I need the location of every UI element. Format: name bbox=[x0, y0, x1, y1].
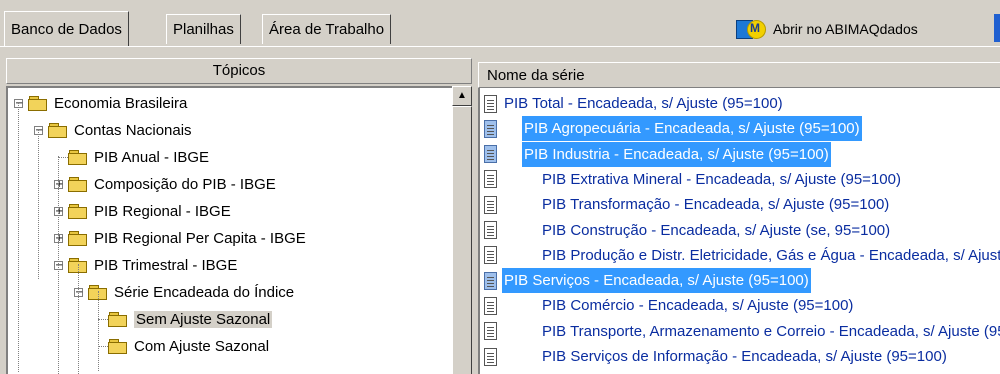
folder-icon bbox=[28, 96, 48, 111]
series-panel: Nome da série PIB Total - Encadeada, s/ … bbox=[478, 58, 1000, 374]
document-icon bbox=[484, 195, 497, 214]
tab-banco-de-dados[interactable]: Banco de Dados bbox=[4, 11, 129, 47]
series-name: PIB Agropecuária - Encadeada, s/ Ajuste … bbox=[522, 116, 862, 142]
document-icon bbox=[484, 119, 497, 138]
tree-connector bbox=[98, 319, 108, 320]
series-row[interactable]: PIB Produção e Distr. Eletricidade, Gás … bbox=[484, 243, 1000, 268]
series-name: PIB Produção e Distr. Eletricidade, Gás … bbox=[542, 246, 1000, 264]
topics-tree: − Economia Brasileira − Contas Nacionais PIB… bbox=[6, 86, 452, 374]
folder-icon bbox=[68, 150, 88, 165]
series-row[interactable]: PIB Construção - Encadeada, s/ Ajuste (s… bbox=[484, 218, 892, 243]
tree-guide-line bbox=[18, 102, 19, 372]
series-row[interactable]: PIB Industria - Encadeada, s/ Ajuste (95… bbox=[484, 141, 831, 167]
document-icon bbox=[484, 322, 497, 341]
tree-item[interactable]: Com Ajuste Sazonal bbox=[94, 333, 269, 360]
tree-item-label: Composição do PIB - IBGE bbox=[94, 176, 276, 193]
scroll-up-arrow-icon[interactable]: ▲ bbox=[452, 86, 472, 106]
series-name: PIB Serviços de Informação - Encadeada, … bbox=[542, 348, 947, 365]
series-name: PIB Total - Encadeada, s/ Ajuste (95=100… bbox=[504, 95, 783, 112]
series-row[interactable]: PIB Agropecuária - Encadeada, s/ Ajuste … bbox=[484, 116, 862, 142]
tree-connector bbox=[98, 346, 108, 347]
series-column-header[interactable]: Nome da série bbox=[478, 62, 1000, 88]
series-row[interactable]: PIB Serviços - Encadeada, s/ Ajuste (95=… bbox=[484, 268, 811, 294]
tree-item[interactable]: + Composição do PIB - IBGE bbox=[54, 171, 276, 198]
tree-item[interactable]: − PIB Trimestral - IBGE bbox=[54, 252, 237, 279]
series-list: PIB Total - Encadeada, s/ Ajuste (95=100… bbox=[478, 88, 1000, 374]
series-row[interactable]: PIB Serviços de Informação - Encadeada, … bbox=[484, 344, 949, 369]
tab-divider bbox=[0, 46, 1000, 47]
toolbar-edge bbox=[994, 14, 1000, 42]
topics-header: Tópicos bbox=[6, 58, 472, 84]
tree-item[interactable]: PIB Anual - IBGE bbox=[54, 144, 209, 171]
series-row[interactable]: PIB Transformação - Encadeada, s/ Ajuste… bbox=[484, 192, 891, 217]
document-icon bbox=[484, 246, 497, 265]
series-row[interactable]: PIB Total - Encadeada, s/ Ajuste (95=100… bbox=[484, 91, 785, 116]
tree-item-label: Série Encadeada do Índice bbox=[114, 284, 295, 301]
open-in-abimaqdados-button[interactable]: M Abrir no ABIMAQdados bbox=[736, 16, 918, 42]
series-name: PIB Serviços - Encadeada, s/ Ajuste (95=… bbox=[502, 268, 811, 294]
tree-item-label: PIB Anual - IBGE bbox=[94, 149, 210, 166]
folder-icon bbox=[48, 123, 68, 138]
folder-icon bbox=[108, 339, 128, 354]
folder-icon bbox=[68, 177, 88, 192]
tree-item-label: PIB Regional - IBGE bbox=[94, 203, 231, 220]
tree-item-label: Com Ajuste Sazonal bbox=[134, 338, 270, 355]
tree-item[interactable]: − Economia Brasileira bbox=[14, 90, 187, 117]
folder-icon bbox=[68, 204, 88, 219]
document-icon bbox=[484, 170, 497, 189]
document-icon bbox=[484, 271, 497, 290]
tree-guide-line bbox=[58, 156, 59, 374]
tab-strip: Banco de Dados Planilhas Área de Trabalh… bbox=[0, 0, 1000, 56]
series-name: PIB Industria - Encadeada, s/ Ajuste (95… bbox=[522, 141, 831, 167]
tree-guide-line bbox=[78, 264, 79, 374]
tree-item[interactable]: − Série Encadeada do Índice bbox=[74, 279, 294, 306]
tree-item-label: PIB Regional Per Capita - IBGE bbox=[94, 230, 306, 247]
document-icon bbox=[484, 347, 497, 366]
series-name: PIB Extrativa Mineral - Encadeada, s/ Aj… bbox=[542, 170, 901, 188]
tab-area-de-trabalho[interactable]: Área de Trabalho bbox=[262, 14, 392, 44]
folder-icon bbox=[68, 231, 88, 246]
folder-icon bbox=[108, 312, 128, 327]
tree-item-label: Economia Brasileira bbox=[54, 95, 188, 112]
tab-planilhas[interactable]: Planilhas bbox=[166, 14, 241, 44]
document-icon bbox=[484, 94, 497, 113]
document-icon bbox=[484, 221, 497, 239]
tree-connector bbox=[58, 157, 68, 158]
tree-item[interactable]: Sem Ajuste Sazonal bbox=[94, 306, 273, 333]
topics-panel: Tópicos − Economia Brasileira − Contas Naci… bbox=[6, 58, 472, 374]
tree-item[interactable]: − Contas Nacionais bbox=[34, 117, 192, 144]
topics-scrollbar[interactable]: ▲ bbox=[452, 86, 472, 374]
series-name: PIB Construção - Encadeada, s/ Ajuste (s… bbox=[542, 221, 891, 239]
scroll-thumb[interactable] bbox=[452, 106, 472, 374]
document-icon bbox=[484, 145, 497, 164]
abimaq-logo-icon: M bbox=[736, 19, 766, 39]
series-row[interactable]: PIB Comércio - Encadeada, s/ Ajuste (95=… bbox=[484, 293, 855, 318]
tree-item-label: PIB Trimestral - IBGE bbox=[94, 257, 238, 274]
series-name: PIB Comércio - Encadeada, s/ Ajuste (95=… bbox=[542, 297, 854, 315]
tree-guide-line bbox=[38, 129, 39, 279]
tree-item-label: Contas Nacionais bbox=[74, 122, 192, 139]
series-row[interactable]: PIB Transporte, Armazenamento e Correio … bbox=[484, 319, 1000, 344]
tree-guide-line bbox=[98, 291, 99, 371]
tree-item[interactable]: + PIB Regional Per Capita - IBGE bbox=[54, 225, 306, 252]
tree-item-label: Sem Ajuste Sazonal bbox=[134, 311, 273, 328]
series-name: PIB Transformação - Encadeada, s/ Ajuste… bbox=[542, 196, 890, 214]
open-in-abimaqdados-label: Abrir no ABIMAQdados bbox=[773, 21, 918, 37]
series-row[interactable]: PIB Extrativa Mineral - Encadeada, s/ Aj… bbox=[484, 167, 903, 192]
tree-item[interactable]: + PIB Regional - IBGE bbox=[54, 198, 231, 225]
series-name: PIB Transporte, Armazenamento e Correio … bbox=[542, 322, 1000, 340]
document-icon bbox=[484, 296, 497, 315]
